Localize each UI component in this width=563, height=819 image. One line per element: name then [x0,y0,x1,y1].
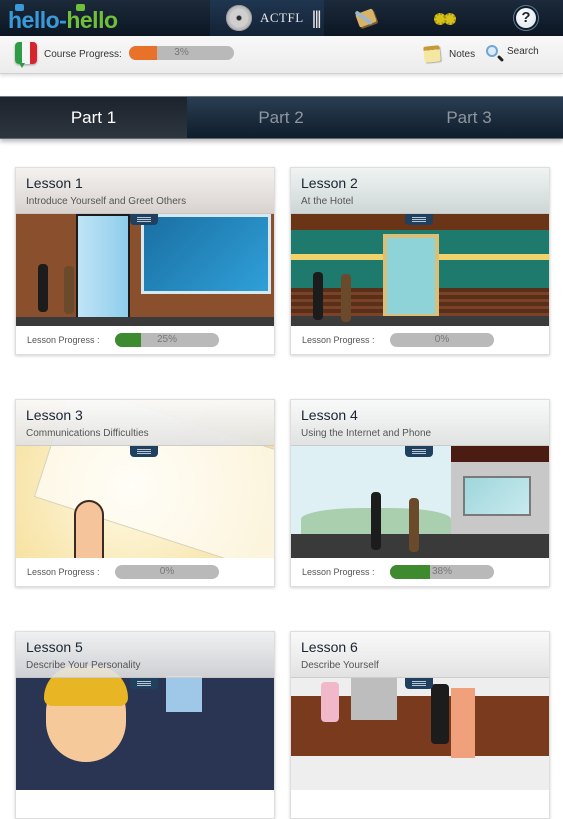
lesson-card-1[interactable]: Lesson 1 Introduce Yourself and Greet Ot… [15,167,275,355]
lesson-subtitle: At the Hotel [301,196,354,207]
lesson-footer: Lesson Progress : 0% [16,558,274,586]
actfl-label: ACTFL [260,10,304,25]
italian-flag-icon[interactable] [15,42,37,64]
lesson-progress-bar: 38% [390,565,494,579]
tab-part-1[interactable]: Part 1 [0,97,187,138]
lesson-title: Lesson 6 [301,639,358,655]
course-progress-bar: 3% [129,46,234,60]
notepad-icon [423,45,441,63]
lesson-progress-bar: 0% [390,333,494,347]
lesson-header: Lesson 4 Using the Internet and Phone [291,400,549,446]
lesson-header: Lesson 5 Describe Your Personality [16,632,274,678]
lesson-progress-text: 38% [431,566,452,577]
speech-bubble-icon [15,4,24,11]
lesson-card-6[interactable]: Lesson 6 Describe Yourself [290,631,550,819]
lesson-menu-icon[interactable] [130,678,158,689]
flag-bubble-tail [19,63,25,68]
part-tabs: Part 1 Part 2 Part 3 [0,96,563,139]
top-nav-bar: hello-hello ACTFL ||| ? [0,0,563,36]
lesson-card-3[interactable]: Lesson 3 Communications Difficulties Les… [15,399,275,587]
gear-icon [444,13,456,25]
lesson-title: Lesson 5 [26,639,83,655]
lesson-progress-label: Lesson Progress : [302,567,375,577]
search-button[interactable]: Search [486,45,539,57]
lesson-subtitle: Describe Your Personality [26,660,141,671]
lesson-menu-icon[interactable] [405,214,433,225]
lesson-title: Lesson 1 [26,175,83,191]
lesson-header: Lesson 2 At the Hotel [291,168,549,214]
course-progress-text: 3% [174,47,189,58]
lesson-menu-icon[interactable] [130,214,158,225]
actfl-seal-icon [226,5,252,31]
lesson-header: Lesson 3 Communications Difficulties [16,400,274,446]
lesson-subtitle: Using the Internet and Phone [301,428,432,439]
tab-part-3[interactable]: Part 3 [375,97,563,138]
hello-hello-logo[interactable]: hello-hello [8,4,118,33]
help-button[interactable]: ? [512,4,540,32]
lesson-progress-label: Lesson Progress : [27,567,100,577]
course-progress-row: Course Progress: [0,36,563,74]
lesson-footer: Lesson Progress : 38% [291,558,549,586]
lesson-progress-label: Lesson Progress : [302,335,375,345]
lesson-subtitle: Introduce Yourself and Greet Others [26,196,187,207]
lesson-title: Lesson 2 [301,175,358,191]
notes-button[interactable]: Notes [423,45,476,63]
lesson-card-5[interactable]: Lesson 5 Describe Your Personality [15,631,275,819]
lesson-card-4[interactable]: Lesson 4 Using the Internet and Phone Le… [290,399,550,587]
search-label: Search [507,45,539,57]
help-question-icon: ? [516,8,536,28]
lesson-card-2[interactable]: Lesson 2 At the Hotel Lesson Progress : … [290,167,550,355]
actfl-badge[interactable]: ACTFL ||| [210,0,324,36]
speech-bubble-icon [76,4,85,11]
lessons-button[interactable] [352,4,380,32]
lesson-menu-icon[interactable] [405,678,433,689]
lesson-footer: Lesson Progress : 0% [291,326,549,354]
lesson-progress-bar: 25% [115,333,219,347]
lesson-title: Lesson 3 [26,407,83,423]
lesson-title: Lesson 4 [301,407,358,423]
lessons-book-icon [355,8,377,28]
lesson-header: Lesson 6 Describe Yourself [291,632,549,678]
lesson-menu-icon[interactable] [130,446,158,457]
lesson-progress-label: Lesson Progress : [27,335,100,345]
lesson-progress-text: 25% [156,334,177,345]
lesson-progress-text: 0% [159,566,175,577]
actfl-bars: ||| [311,7,322,28]
lesson-footer: Lesson Progress : 25% [16,326,274,354]
search-icon [486,45,498,57]
notes-label: Notes [449,48,476,60]
lesson-menu-icon[interactable] [405,446,433,457]
lesson-subtitle: Describe Yourself [301,660,379,671]
lesson-header: Lesson 1 Introduce Yourself and Greet Ot… [16,168,274,214]
lesson-progress-text: 0% [434,334,450,345]
lesson-progress-bar: 0% [115,565,219,579]
lesson-subtitle: Communications Difficulties [26,428,149,439]
course-progress-label: Course Progress: [44,49,122,60]
settings-button[interactable] [431,4,459,32]
tab-part-2[interactable]: Part 2 [187,97,375,138]
logo-text-hello-2: hello [66,7,118,33]
